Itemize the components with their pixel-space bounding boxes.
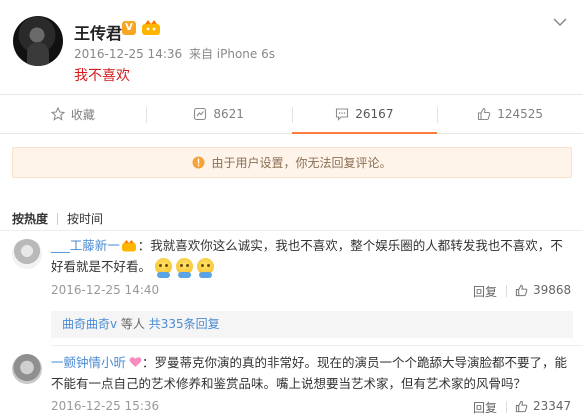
info-icon [192, 156, 205, 169]
star-icon [50, 107, 65, 121]
comment-time: 2016-12-25 14:40 [51, 283, 160, 297]
favorite-button[interactable]: 收藏 [0, 95, 146, 133]
tab-separator [57, 212, 59, 225]
comment-author-name[interactable]: 一颤钟情小昕 [51, 355, 126, 370]
post-text: 我不喜欢 [74, 68, 130, 84]
member-crown-icon [121, 240, 136, 252]
comment-avatar[interactable] [12, 239, 42, 269]
sub-reply-count[interactable]: 共335条回复 [149, 317, 220, 331]
comment-button[interactable]: 26167 [291, 95, 438, 134]
comment-icon [336, 107, 349, 121]
comment-time: 2016-12-25 15:36 [51, 399, 160, 413]
action-separator [506, 285, 507, 297]
heart-icon [129, 357, 142, 367]
comment-like-count: 39868 [533, 283, 572, 297]
favorite-label: 收藏 [70, 107, 95, 122]
repost-icon [194, 107, 207, 121]
thumbs-up-icon [515, 284, 528, 296]
post-source: 来自 iPhone 6s [188, 47, 275, 61]
doge-emoji-icon [155, 258, 173, 278]
reply-button[interactable]: 回复 [473, 399, 497, 416]
sub-reply-user[interactable]: 曲奇曲奇v [62, 317, 117, 331]
weibo-post: 王传君 V 2016-12-25 14:36 来自 iPhone 6s 我不喜欢 [0, 0, 583, 94]
doge-emoji-icon [197, 258, 215, 278]
divider [51, 345, 583, 346]
post-time[interactable]: 2016-12-25 14:36 [74, 47, 182, 61]
sub-replies-summary[interactable]: 曲奇曲奇v 等人 共335条回复 [51, 311, 573, 338]
sub-reply-middle-text: 等人 [117, 317, 149, 331]
like-count: 124525 [497, 107, 544, 121]
thumbs-up-icon [515, 400, 528, 412]
reply-button[interactable]: 回复 [473, 283, 497, 300]
repost-count: 8621 [213, 107, 244, 121]
doge-emoji-icon [176, 258, 194, 278]
verified-badge-icon: V [122, 21, 136, 35]
comment-avatar[interactable] [12, 354, 42, 384]
comment-body: 一颤钟情小昕 ：罗曼蒂克你演的真的非常好。现在的演员一个个跪舔大导演脸都不要了，能… [51, 352, 573, 394]
chevron-down-icon[interactable] [553, 18, 567, 27]
comment-body: ___工藤新一 ：我就喜欢你这么诚实，我也不喜欢，整个娱乐圈的人都转发我也不喜欢，… [51, 235, 573, 281]
tab-sort-by-hot[interactable]: 按热度 [12, 210, 48, 227]
post-author-name[interactable]: 王传君 [74, 20, 122, 44]
comment-count: 26167 [355, 106, 394, 121]
notice-text: 由于用户设置，你无法回复评论。 [211, 156, 392, 170]
thumbs-up-icon [478, 107, 491, 121]
reply-disabled-notice: 由于用户设置，你无法回复评论。 [12, 147, 572, 178]
post-author-avatar[interactable] [13, 16, 63, 66]
comment-author-name[interactable]: ___工藤新一 [51, 238, 120, 253]
comment-sort-tabs: 按热度 按时间 [12, 210, 103, 227]
post-action-bar: 收藏 8621 26167 124525 [0, 94, 583, 134]
like-button[interactable]: 124525 [437, 95, 583, 133]
member-crown-icon [142, 20, 160, 35]
comment-like-button[interactable]: 23347 [515, 399, 571, 413]
repost-button[interactable]: 8621 [145, 95, 292, 133]
comment-like-count: 23347 [533, 399, 572, 413]
tab-sort-by-time[interactable]: 按时间 [67, 210, 103, 227]
action-separator [506, 401, 507, 413]
divider [0, 230, 583, 231]
post-meta: 2016-12-25 14:36 来自 iPhone 6s [74, 45, 278, 62]
comment-like-button[interactable]: 39868 [515, 283, 571, 297]
emoji-group [155, 258, 218, 281]
